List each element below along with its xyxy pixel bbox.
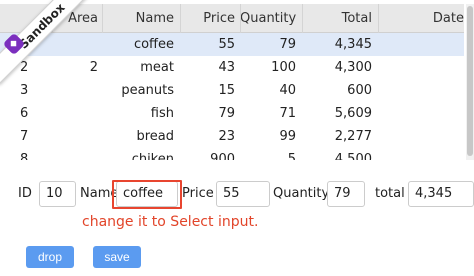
cell-quantity: 79	[279, 37, 296, 52]
price-field[interactable]: 55	[216, 181, 270, 207]
table-row[interactable]: 8 chiken 900 5 4,500	[0, 148, 464, 160]
id-field[interactable]: 10	[39, 181, 76, 207]
cell-area	[54, 102, 98, 125]
sandbox-ribbon: Sandbox ◆	[0, 0, 90, 90]
column-header-date[interactable]: Date	[380, 4, 464, 32]
cell-name: peanuts	[121, 83, 174, 98]
cell-quantity: 40	[279, 83, 296, 98]
table-row[interactable]: 7 bread 23 99 2,277	[0, 125, 464, 148]
cell-date	[380, 33, 464, 56]
quantity-field[interactable]: 79	[327, 181, 365, 207]
cell-total: 4,500	[334, 152, 372, 160]
cell-area	[54, 125, 98, 148]
cell-quantity: 5	[287, 152, 296, 160]
name-field-highlight	[112, 180, 182, 209]
cell-total: 600	[347, 83, 372, 98]
cell-date	[380, 125, 464, 148]
cell-price: 15	[218, 83, 235, 98]
cell-price: 79	[218, 106, 235, 121]
annotation-note: change it to Select input.	[82, 214, 259, 230]
cell-id: 7	[20, 129, 29, 144]
scrollbar-thumb[interactable]	[467, 6, 473, 156]
cell-date	[380, 79, 464, 102]
cell-name: fish	[150, 106, 174, 121]
id-label: ID	[18, 186, 32, 201]
column-divider	[180, 4, 181, 33]
cell-date	[380, 148, 464, 160]
cell-quantity: 71	[279, 106, 296, 121]
column-divider	[102, 4, 103, 33]
cell-area	[54, 148, 98, 160]
cell-name: meat	[140, 60, 174, 75]
quantity-label: Quantity	[273, 186, 330, 201]
column-header-price[interactable]: Price	[180, 4, 235, 32]
cell-name: bread	[136, 129, 174, 144]
cell-total: 4,300	[334, 60, 372, 75]
column-divider	[378, 4, 379, 33]
column-header-total[interactable]: Total	[300, 4, 372, 32]
cell-id: 8	[20, 152, 29, 160]
cell-total: 5,609	[334, 106, 372, 121]
cell-id: 6	[20, 106, 29, 121]
total-label: total	[375, 186, 405, 201]
cell-name: coffee	[133, 37, 174, 52]
vertical-scrollbar[interactable]	[466, 4, 474, 160]
cell-price: 23	[218, 129, 235, 144]
cell-quantity: 100	[271, 60, 296, 75]
drop-button[interactable]: drop	[26, 246, 74, 268]
table-row[interactable]: 6 fish 79 71 5,609	[0, 102, 464, 125]
column-header-quantity[interactable]: Quantity	[240, 4, 296, 32]
cell-price: 55	[218, 37, 235, 52]
column-header-name[interactable]: Name	[100, 4, 174, 32]
cell-price: 900	[210, 152, 235, 160]
save-button[interactable]: save	[93, 246, 141, 268]
cell-total: 2,277	[334, 129, 372, 144]
cell-date	[380, 102, 464, 125]
cell-date	[380, 56, 464, 79]
cell-name: chiken	[131, 152, 174, 160]
column-divider	[302, 4, 303, 33]
price-label: Price	[182, 186, 214, 201]
cell-price: 43	[218, 60, 235, 75]
cell-total: 4,345	[334, 37, 372, 52]
total-field[interactable]: 4,345	[408, 181, 474, 207]
column-divider	[240, 4, 241, 33]
cell-quantity: 99	[279, 129, 296, 144]
